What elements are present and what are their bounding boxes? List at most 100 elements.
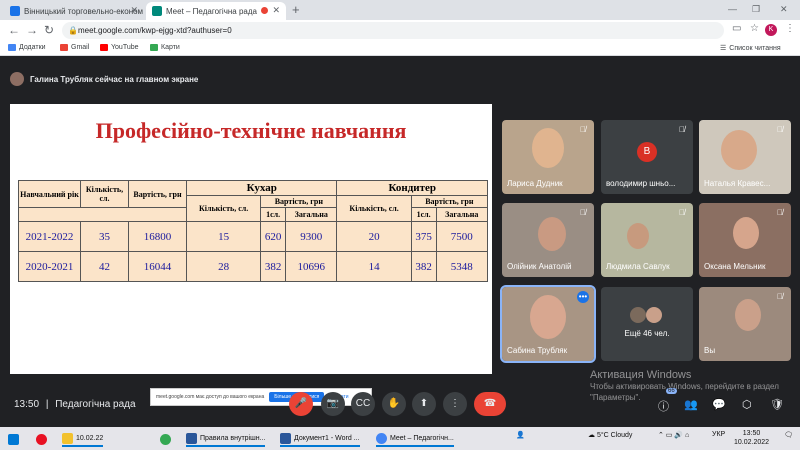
participant-tile[interactable]: В 🎙̸ володимир шньо... [601,120,693,194]
th-conf-total: Загальна [435,207,488,222]
chrome-icon[interactable] [160,431,171,447]
taskbar-label: 10.02.22 [76,434,104,442]
info-icon[interactable]: ⓘ [658,398,669,414]
participant-video [532,128,564,168]
browser-tabbar: Вінницький торговельно-економ ✕ Meet – П… [0,0,800,20]
table-cell: 42 [80,251,129,282]
taskbar-item-word-doc[interactable]: Документ1 - Word ... [280,431,360,447]
th-cook-count: Кількість, сл. [185,195,262,222]
taskbar-item-word-rules[interactable]: Правила внутрішн... [186,431,266,447]
present-button[interactable]: ⬆ [412,392,436,416]
tab-title: Meet – Педагогічна рада [166,6,257,16]
taskbar-item-meet[interactable]: Meet – Педагогічн... [376,431,454,447]
close-window-button[interactable]: ✕ [780,4,788,15]
address-bar[interactable]: 🔒 meet.google.com/kwp-ejgg-xtd?authuser=… [62,22,724,39]
table-cell: 2021-2022 [18,221,81,252]
meeting-title: Педагогічна рада [55,399,136,410]
participant-tile-speaking[interactable]: ••• Сабина Трубляк [500,285,596,363]
word-icon [186,432,197,444]
tab-meet[interactable]: Meet – Педагогічна рада ✕ [146,2,286,20]
th-cook-first: 1сл. [260,207,287,222]
participant-tile[interactable]: 🎙̸ Лариса Дудник [502,120,594,194]
recording-dot-icon [261,7,268,14]
mic-off-icon: 🎙̸ [679,125,685,134]
people-tray-icon[interactable]: 👤 [516,431,525,439]
meeting-time: 13:50 [14,399,40,410]
participant-video [530,295,566,339]
participant-tile[interactable]: 🎙̸ Оксана Мельник [699,203,791,277]
star-icon[interactable]: ☆ [750,23,759,34]
back-arrow-icon[interactable]: ← [8,23,20,37]
camera-toggle-button[interactable]: 📷 [321,392,345,416]
table-cell: 2020-2021 [18,251,81,282]
forward-arrow-icon[interactable]: → [26,23,38,37]
bookmark-youtube[interactable]: YouTube [100,44,139,51]
self-tile[interactable]: 🎙̸ Вы [699,287,791,361]
bookmark-label: Карти [161,44,180,51]
gmail-icon [60,44,68,51]
presenter-text: Галина Трубляк сейчас на главном экране [30,74,199,84]
language-indicator[interactable]: УКР [712,431,725,438]
minimize-button[interactable]: — [728,4,737,14]
participant-tile[interactable]: 🎙̸ Олійник Анатолій [502,203,594,277]
maps-icon [150,44,158,51]
participant-tile[interactable]: 🎙̸ Людмила Савлук [601,203,693,277]
windows-taskbar: 10.02.22 Правила внутрішн... Документ1 -… [0,427,800,450]
more-participants-count: Ещё 46 чел. [624,329,670,338]
reading-list[interactable]: ☰ Список читання [720,44,781,53]
participant-tile[interactable]: 🎙̸ Наталья Кравес... [699,120,791,194]
participant-name: Оксана Мельник [704,262,766,271]
weather-widget[interactable]: ☁ 5°C Cloudy [588,431,632,439]
tab-vinnytsia[interactable]: Вінницький торговельно-економ ✕ [4,2,144,20]
more-options-button[interactable]: ⋮ [443,392,467,416]
th-year: Навчальний рік [18,180,81,208]
th-count: Кількість, сл. [80,180,129,208]
mic-off-icon: 🎙̸ [580,208,586,217]
chat-icon[interactable]: 💬 [712,398,726,411]
host-controls-icon[interactable]: 🛡 [770,398,784,411]
notifications-icon[interactable]: 🗨 [784,431,793,439]
people-icon[interactable]: 👥 [684,398,698,411]
table-cell: 28 [185,251,262,282]
participant-video [733,217,759,249]
taskbar-label: Документ1 - Word ... [294,434,360,442]
watermark-title: Активация Windows [590,369,692,381]
table-cell: 14 [336,251,412,282]
opera-icon[interactable] [36,431,47,447]
raise-hand-button[interactable]: ✋ [382,392,406,416]
captions-button[interactable]: CC [351,392,375,416]
bookmark-maps[interactable]: Карти [150,44,180,51]
bookmark-gmail[interactable]: Gmail [60,44,89,51]
th-cost: Вартість, грн [128,180,187,208]
th-conf-first: 1сл. [410,207,437,222]
close-tab-icon[interactable]: ✕ [130,5,138,16]
taskbar-item-folder[interactable]: 10.02.22 [62,431,104,447]
new-tab-button[interactable]: + [292,2,300,17]
camera-in-use-icon[interactable]: ▭ [732,23,741,34]
start-button[interactable] [8,431,19,447]
site-favicon-icon [10,6,20,16]
tray-icons[interactable]: ⌃ ▭ 🔊 ⌂ [658,431,689,439]
profile-avatar[interactable]: K [765,24,777,36]
self-video [735,299,761,331]
mic-off-icon: 🎙̸ [580,125,586,134]
bookmark-apps[interactable]: Додатки [8,44,46,51]
th-conf-cost: Вартість, грн [410,195,489,208]
slide-title: Професійно-технічне навчання [95,118,407,143]
youtube-icon [100,44,108,51]
apps-grid-icon [8,44,16,51]
reload-icon[interactable]: ↻ [44,23,54,37]
menu-kebab-icon[interactable]: ⋮ [785,23,795,34]
mic-toggle-button[interactable]: 🎤 [289,392,313,416]
word-icon [280,432,291,444]
browser-toolbar: ← → ↻ 🔒 meet.google.com/kwp-ejgg-xtd?aut… [0,20,800,41]
activities-icon[interactable]: ⬡ [742,398,752,411]
th-cook-total: Загальна [285,207,338,222]
close-tab-icon[interactable]: ✕ [272,5,280,16]
more-participants-tile[interactable]: Ещё 46 чел. [601,287,693,361]
leave-call-button[interactable]: ☎ [474,392,506,416]
clock[interactable]: 13:50 10.02.2022 [734,429,769,447]
th-cook: Кухар [185,180,338,196]
bookmarks-bar: Додатки Gmail YouTube Карти ☰ Список чита… [0,41,800,56]
maximize-button[interactable]: ❐ [752,4,760,15]
